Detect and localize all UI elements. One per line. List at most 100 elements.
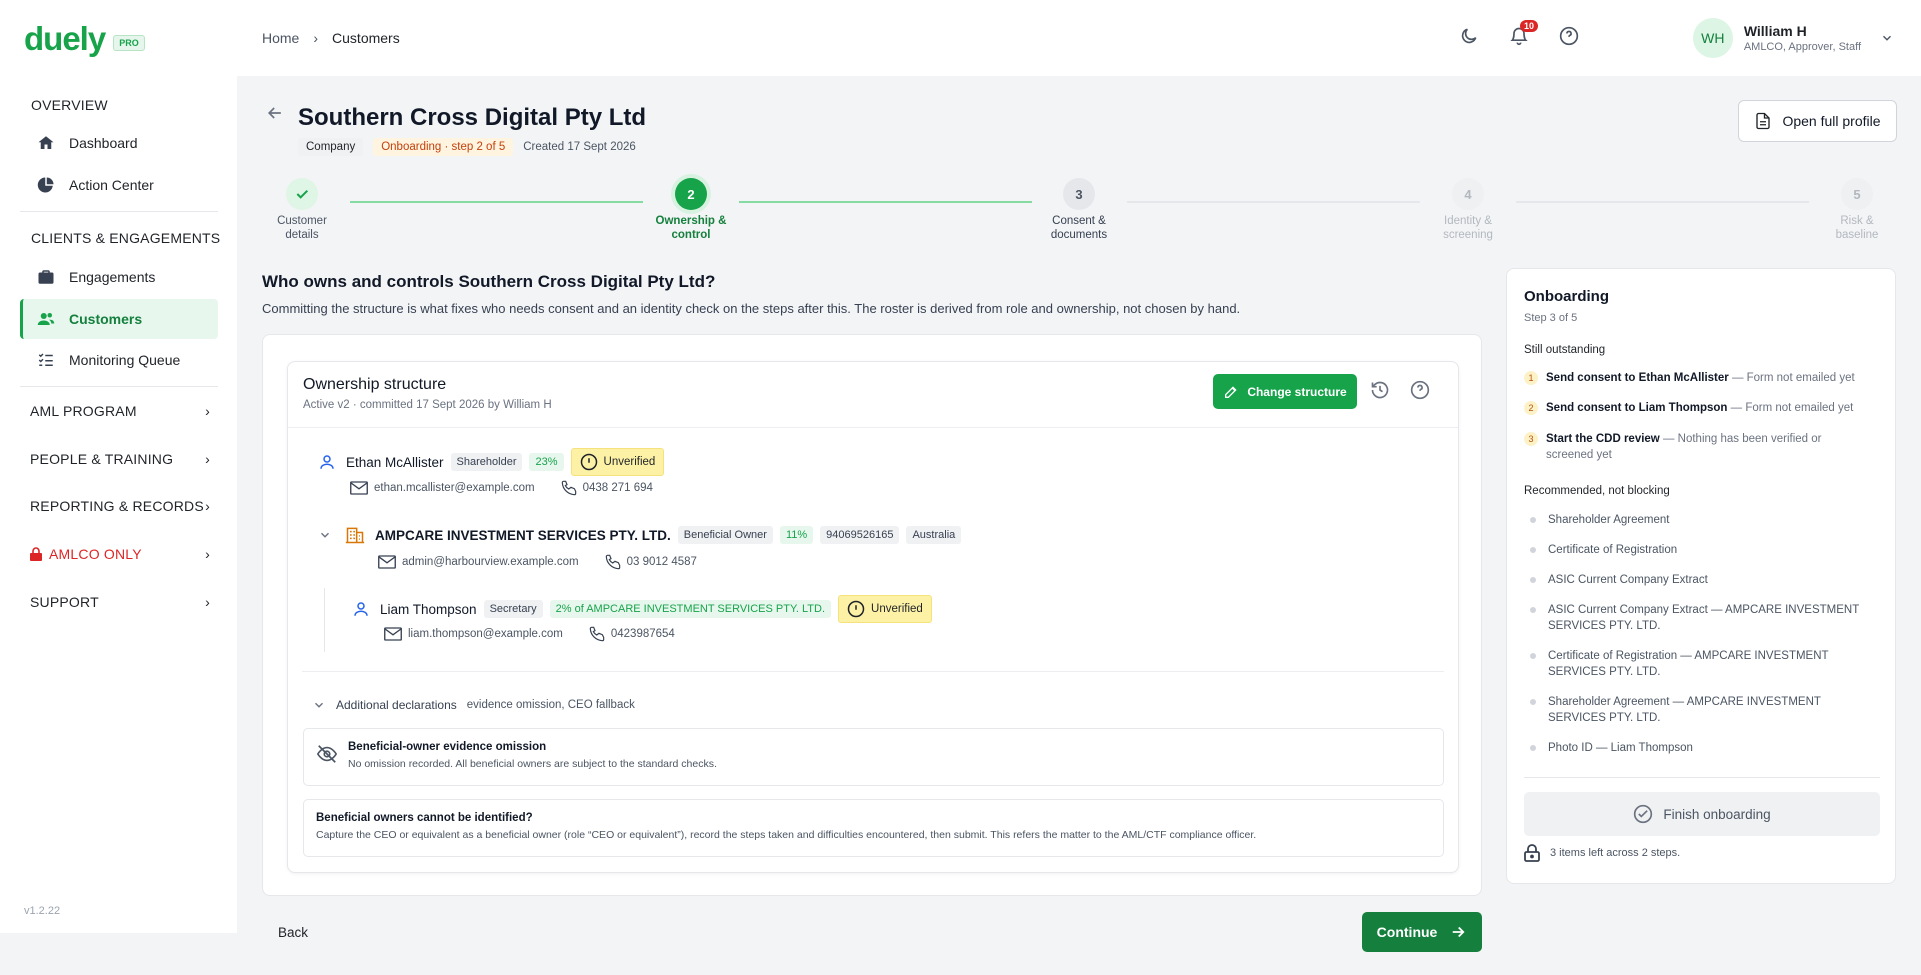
pie-chart-icon	[37, 177, 54, 193]
sidebar-item-label: Monitoring Queue	[69, 352, 181, 368]
step-consent-documents[interactable]: 3 Consent & documents	[1019, 178, 1139, 242]
sidebar-group-amlco-only[interactable]: AMLCO ONLY ›	[30, 546, 210, 562]
continue-label: Continue	[1376, 924, 1438, 940]
ceo-fallback-box: Beneficial owners cannot be identified? …	[303, 799, 1444, 857]
help-circle-icon	[1410, 380, 1430, 400]
member-phone[interactable]: 0423987654	[611, 628, 675, 640]
outstanding-detail: — Form not emailed yet	[1727, 402, 1854, 414]
member-country-chip: Australia	[906, 526, 962, 544]
sidebar-group-aml-program[interactable]: AML PROGRAM ›	[30, 403, 210, 419]
user-menu[interactable]: WH William H AMLCO, Approver, Staff	[1692, 18, 1894, 58]
chevron-right-icon: ›	[205, 451, 210, 467]
recommended-label: Shareholder Agreement — AMPCARE INVESTME…	[1548, 696, 1821, 724]
notifications-button[interactable]: 10	[1507, 20, 1538, 48]
outstanding-number: 1	[1524, 371, 1538, 385]
step-circle	[286, 178, 318, 210]
chevron-right-icon: ›	[205, 546, 210, 562]
person-icon	[354, 602, 368, 616]
member-phone[interactable]: 0438 271 694	[583, 482, 653, 494]
help-button[interactable]	[1557, 24, 1581, 48]
member-row-organisation[interactable]: AMPCARE INVESTMENT SERVICES PTY. LTD. Be…	[318, 525, 962, 545]
step-circle: 5	[1841, 178, 1873, 210]
additional-declarations-toggle[interactable]: Additional declarations evidence omissio…	[312, 698, 635, 712]
step-label: Consent & documents	[1051, 214, 1107, 242]
customer-meta: Company Onboarding · step 2 of 5 Created…	[298, 138, 636, 156]
check-circle-icon	[1634, 804, 1653, 824]
tree-connector	[324, 588, 325, 652]
sidebar-item-action-center[interactable]: Action Center	[20, 165, 218, 205]
back-arrow-button[interactable]	[265, 103, 285, 126]
sidebar-item-engagements[interactable]: Engagements	[20, 257, 218, 297]
recommended-label: Photo ID — Liam Thompson	[1548, 742, 1693, 754]
ownership-structure-version: Active v2 · committed 17 Sept 2026 by Wi…	[303, 399, 552, 411]
phone-icon	[561, 480, 576, 496]
briefcase-icon	[38, 270, 54, 284]
member-email[interactable]: admin@harbourview.example.com	[402, 556, 579, 568]
unverified-badge: Unverified	[838, 595, 932, 623]
unverified-badge: Unverified	[570, 448, 665, 476]
topbar-actions: 10	[1457, 20, 1581, 48]
member-phone[interactable]: 03 9012 4587	[627, 556, 697, 568]
outstanding-item[interactable]: 2 Send consent to Liam Thompson — Form n…	[1524, 400, 1869, 416]
step-ownership-control[interactable]: 2 Ownership & control	[631, 178, 751, 242]
document-icon	[1756, 112, 1771, 130]
dark-mode-toggle[interactable]	[1457, 24, 1481, 48]
help-circle-icon	[1559, 26, 1579, 46]
evidence-omission-box: Beneficial-owner evidence omission No om…	[303, 728, 1444, 786]
sidebar-group-support[interactable]: SUPPORT ›	[30, 594, 210, 610]
member-row[interactable]: Ethan McAllister Shareholder 23% Unverif…	[318, 448, 665, 476]
step-label-line: Customer	[277, 215, 327, 227]
sidebar-group-reporting-records[interactable]: REPORTING & RECORDS ›	[30, 498, 210, 514]
stepper-connector	[739, 201, 1032, 203]
outstanding-item[interactable]: 3 Start the CDD review — Nothing has bee…	[1524, 431, 1869, 463]
remaining-items-note: 3 items left across 2 steps.	[1524, 844, 1680, 862]
home-icon	[38, 136, 54, 149]
mail-icon	[384, 627, 402, 641]
member-share-chip: 11%	[779, 526, 814, 544]
member-row-nested[interactable]: Liam Thompson Secretary 2% of AMPCARE IN…	[352, 595, 932, 623]
open-full-profile-button[interactable]: Open full profile	[1738, 100, 1897, 142]
change-structure-button[interactable]: Change structure	[1213, 374, 1357, 409]
topbar: Home › Customers 10 WH William H AMLCO, …	[237, 0, 1921, 76]
open-full-profile-label: Open full profile	[1782, 113, 1881, 129]
step-customer-details[interactable]: Customer details	[242, 178, 362, 242]
notification-count-badge: 10	[1519, 20, 1538, 32]
moon-icon	[1461, 28, 1477, 44]
sidebar-group-people-training[interactable]: PEOPLE & TRAINING ›	[30, 451, 210, 467]
member-contact: liam.thompson@example.com 0423987654	[384, 626, 675, 642]
step-identity-screening[interactable]: 4 Identity & screening	[1408, 178, 1528, 242]
additional-declarations-detail: evidence omission, CEO fallback	[466, 699, 635, 711]
chevron-down-icon[interactable]	[318, 528, 332, 542]
continue-button[interactable]: Continue	[1362, 912, 1482, 952]
outstanding-item[interactable]: 1 Send consent to Ethan McAllister — For…	[1524, 370, 1869, 386]
sidebar-item-customers[interactable]: Customers	[20, 299, 218, 339]
back-button[interactable]: Back	[278, 925, 308, 940]
finish-onboarding-label: Finish onboarding	[1663, 806, 1771, 822]
sidebar-item-label: Customers	[69, 311, 143, 327]
section-heading: Who owns and controls Southern Cross Dig…	[262, 272, 716, 291]
step-risk-baseline[interactable]: 5 Risk & baseline	[1797, 178, 1917, 242]
sidebar-item-monitoring-queue[interactable]: Monitoring Queue	[20, 340, 218, 380]
outstanding-title: Send consent to Liam Thompson	[1546, 402, 1728, 414]
finish-onboarding-button[interactable]: Finish onboarding	[1524, 792, 1880, 836]
step-label-line: baseline	[1835, 229, 1879, 241]
nav-divider	[20, 386, 218, 387]
group-label: REPORTING & RECORDS	[30, 498, 204, 514]
history-button[interactable]	[1370, 380, 1390, 403]
step-label-line: documents	[1050, 229, 1108, 241]
member-email[interactable]: liam.thompson@example.com	[408, 628, 563, 640]
group-label: SUPPORT	[30, 594, 99, 610]
structure-help-button[interactable]	[1410, 380, 1430, 403]
breadcrumb-home[interactable]: Home	[262, 30, 299, 46]
lock-icon	[30, 547, 42, 561]
brand-logo[interactable]: duely PRO	[24, 22, 145, 55]
recommended-item: Photo ID — Liam Thompson	[1530, 740, 1875, 756]
arrow-right-icon	[1453, 926, 1465, 938]
step-label-line: control	[671, 229, 711, 241]
sidebar-item-dashboard[interactable]: Dashboard	[20, 123, 218, 163]
recommended-item: Certificate of Registration	[1530, 542, 1875, 558]
building-icon	[345, 527, 365, 544]
member-email[interactable]: ethan.mcallister@example.com	[374, 482, 535, 494]
check-icon	[296, 189, 309, 199]
nav-divider	[20, 211, 218, 212]
